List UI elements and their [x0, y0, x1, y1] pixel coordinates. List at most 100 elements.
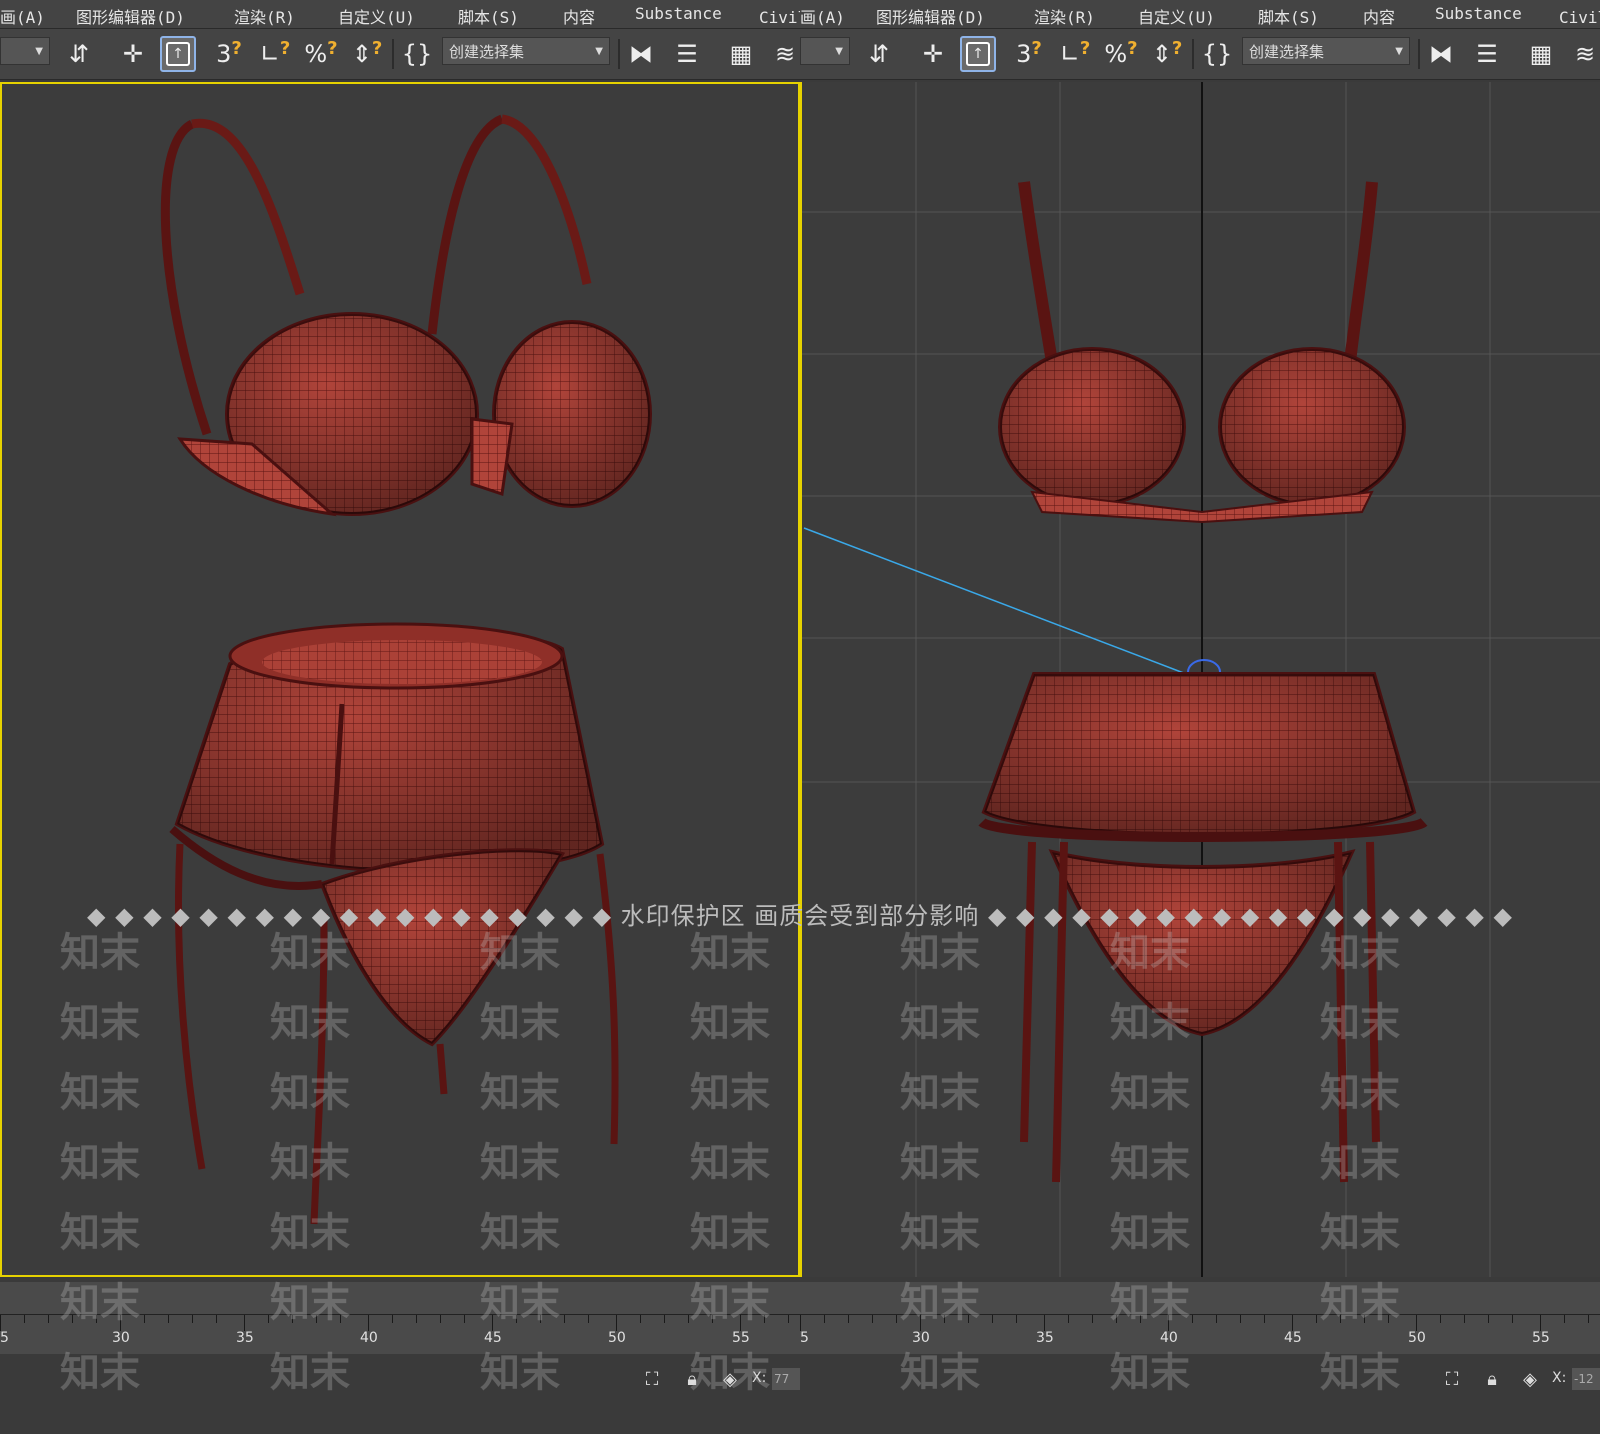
watermark-text: 知末: [1110, 1210, 1190, 1256]
menu-item-content[interactable]: 内容: [563, 4, 595, 28]
menu-item-customize[interactable]: 自定义(U): [1138, 4, 1215, 28]
timeline-label: 50: [608, 1330, 626, 1346]
watermark-text: 知末: [900, 1280, 980, 1326]
watermark-text: 知末: [690, 1070, 770, 1116]
menu-item-animation[interactable]: 画(A): [800, 4, 845, 28]
layer-dropdown[interactable]: ▼: [0, 37, 50, 65]
move-icon[interactable]: ✛: [916, 37, 950, 71]
watermark-text: 知末: [900, 1140, 980, 1186]
timeline-label: 35: [1036, 1330, 1054, 1346]
menu-item-graph-editors[interactable]: 图形编辑器(D): [876, 4, 985, 28]
watermark-text: 知末: [1110, 930, 1190, 976]
watermark-text: 知末: [1110, 1350, 1190, 1396]
spinner-snap-icon[interactable]: ⇕?: [350, 37, 384, 71]
menu-item-customize[interactable]: 自定义(U): [338, 4, 415, 28]
named-selection-set-dropdown[interactable]: 创建选择集 ▼: [442, 37, 610, 65]
watermark-text: 知末: [60, 930, 140, 976]
watermark-text: 知末: [60, 1350, 140, 1396]
watermark-text: 知末: [690, 1000, 770, 1046]
menu-item-rendering[interactable]: 渲染(R): [234, 4, 295, 28]
align-icon[interactable]: ☰: [670, 37, 704, 71]
menu-item-content[interactable]: 内容: [1363, 4, 1395, 28]
watermark-text: 知末: [480, 1210, 560, 1256]
watermark-text: 知末: [60, 1280, 140, 1326]
x-coord-field[interactable]: 77: [772, 1368, 800, 1390]
percent-snap-icon[interactable]: %?: [1104, 37, 1138, 71]
timeline-label: 5: [0, 1330, 9, 1346]
edit-named-selection-icon[interactable]: {}: [400, 37, 434, 71]
pivot-line: [803, 527, 1203, 681]
watermark-text: 知末: [900, 1070, 980, 1116]
x-coord-field[interactable]: -12: [1572, 1368, 1600, 1390]
watermark-text: 知末: [1320, 1280, 1400, 1326]
menu-item-substance[interactable]: Substance: [635, 4, 722, 23]
watermark-text: 知末: [1320, 1000, 1400, 1046]
mirror-icon[interactable]: ⧓: [624, 37, 658, 71]
angle-snap-icon[interactable]: ∟?: [258, 37, 292, 71]
watermark-text: 知末: [1320, 1070, 1400, 1116]
timeline-label: 35: [236, 1330, 254, 1346]
align-icon[interactable]: ☰: [1470, 37, 1504, 71]
percent-snap-icon[interactable]: %?: [304, 37, 338, 71]
watermark-text: 知末: [480, 930, 560, 976]
main-toolbar: ▼ ⇵ ✛ ↑ 3? ∟? %? ⇕? {} 创建选择集 ▼ ⧓ ☰ ▦ ≋: [800, 29, 1600, 80]
mirror-icon[interactable]: ⧓: [1424, 37, 1458, 71]
watermark-text: 知末: [1320, 1140, 1400, 1186]
watermark-text: 知末: [1110, 1140, 1190, 1186]
main-toolbar: ▼ ⇵ ✛ ↑ 3? ∟? %? ⇕? {} 创建选择集 ▼ ⧓ ☰ ▦ ≋: [0, 29, 800, 80]
move-icon[interactable]: ✛: [116, 37, 150, 71]
watermark-text: 知末: [900, 1000, 980, 1046]
watermark-text: 知末: [480, 1350, 560, 1396]
toolbar-separator: [618, 39, 620, 69]
watermark-text: 知末: [270, 1210, 350, 1256]
layer-dropdown[interactable]: ▼: [800, 37, 850, 65]
menu-item-civil-view[interactable]: Civil视(A): [1559, 4, 1600, 28]
snap-pivot-icon[interactable]: ⇵: [862, 37, 896, 71]
snap-3d-icon[interactable]: 3?: [1012, 37, 1046, 71]
angle-snap-icon[interactable]: ∟?: [1058, 37, 1092, 71]
watermark-text: 知末: [690, 1280, 770, 1326]
menu-item-scripting[interactable]: 脚本(S): [458, 4, 519, 28]
layer-manager-icon[interactable]: ▦: [1524, 37, 1558, 71]
menu-item-graph-editors[interactable]: 图形编辑器(D): [76, 4, 185, 28]
watermark-text: 知末: [1320, 930, 1400, 976]
watermark-text: 知末: [690, 1140, 770, 1186]
menu-item-scripting[interactable]: 脚本(S): [1258, 4, 1319, 28]
timeline-label: 40: [360, 1330, 378, 1346]
menu-item-civil-view[interactable]: Civil视(A): [759, 4, 800, 28]
absolute-mode-icon[interactable]: ◈: [1520, 1370, 1540, 1390]
spinner-snap-icon[interactable]: ⇕?: [1150, 37, 1184, 71]
watermark-text: 知末: [1110, 1000, 1190, 1046]
watermark-text: 知末: [1320, 1350, 1400, 1396]
timeline-label: 5: [800, 1330, 809, 1346]
menu-item-animation[interactable]: 画(A): [0, 4, 45, 28]
watermark-text: 知末: [480, 1280, 560, 1326]
layer-manager-icon[interactable]: ▦: [724, 37, 758, 71]
watermark-text: 知末: [900, 1210, 980, 1256]
snap-pivot-icon[interactable]: ⇵: [62, 37, 96, 71]
watermark-text: 知末: [270, 1070, 350, 1116]
scene-explorer-icon[interactable]: ≋: [768, 37, 800, 71]
menu-item-substance[interactable]: Substance: [1435, 4, 1522, 23]
named-selection-set-dropdown[interactable]: 创建选择集 ▼: [1242, 37, 1410, 65]
watermark-text: 知末: [60, 1070, 140, 1116]
watermark-text: 知末: [480, 1140, 560, 1186]
snap-3d-icon[interactable]: 3?: [212, 37, 246, 71]
timeline-label: 50: [1408, 1330, 1426, 1346]
edit-named-selection-icon[interactable]: {}: [1200, 37, 1234, 71]
select-manipulate-icon[interactable]: ↑: [160, 36, 196, 72]
toolbar-separator: [1192, 39, 1194, 69]
watermark-text: 知末: [60, 1210, 140, 1256]
timeline-label: 45: [1284, 1330, 1302, 1346]
isolate-selection-icon[interactable]: ⛶: [1442, 1370, 1462, 1390]
menu-bar: 画(A) 图形编辑器(D) 渲染(R) 自定义(U) 脚本(S) 内容 Subs…: [0, 0, 800, 29]
named-selection-placeholder: 创建选择集: [449, 43, 525, 61]
watermark-text: 知末: [1110, 1070, 1190, 1116]
menu-item-rendering[interactable]: 渲染(R): [1034, 4, 1095, 28]
watermark-text: 知末: [60, 1000, 140, 1046]
scene-explorer-icon[interactable]: ≋: [1568, 37, 1600, 71]
isolate-selection-icon[interactable]: ⛶: [642, 1370, 662, 1390]
watermark-text: 知末: [270, 1280, 350, 1326]
select-manipulate-icon[interactable]: ↑: [960, 36, 996, 72]
lock-icon[interactable]: 🔒︎: [1482, 1370, 1502, 1390]
